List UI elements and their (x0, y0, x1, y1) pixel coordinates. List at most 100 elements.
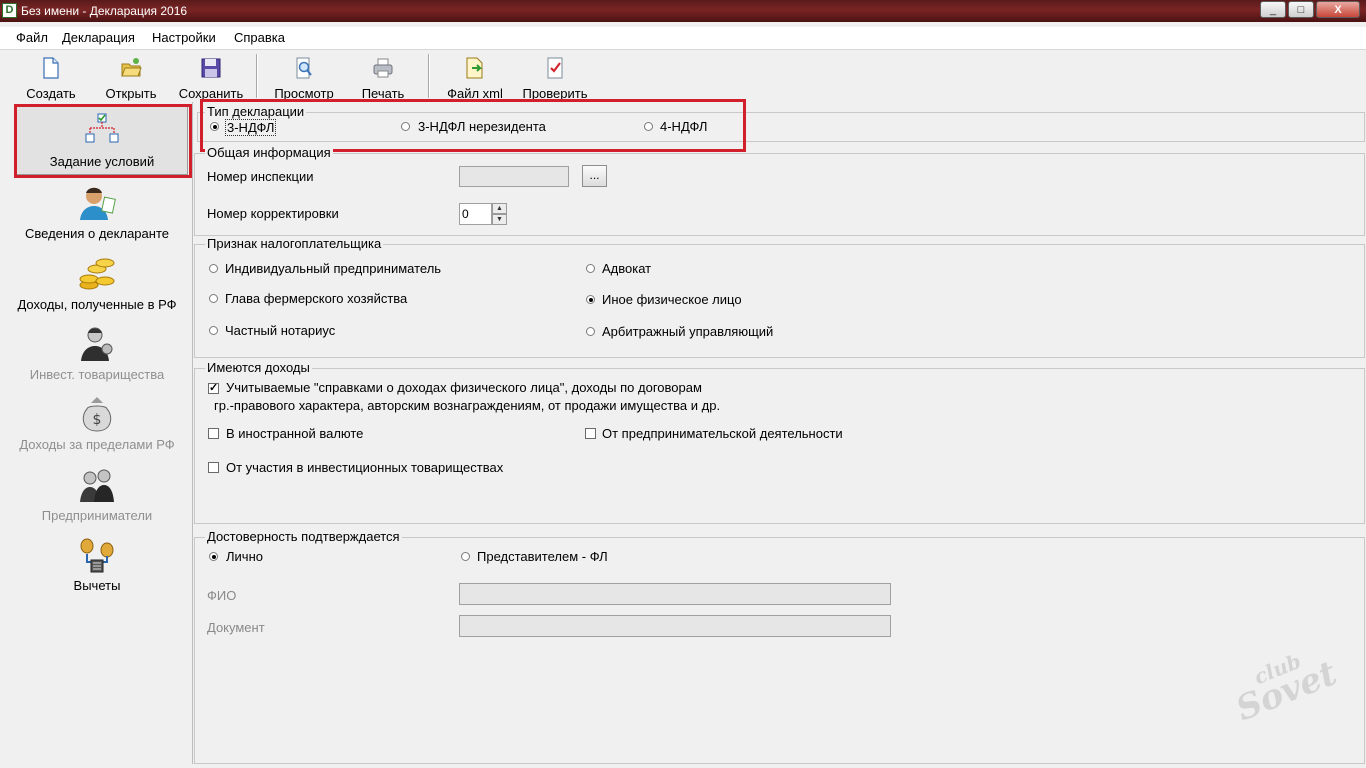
investment-partnership-label[interactable]: От участия в инвестиционных товарищества… (226, 460, 503, 475)
minimize-button[interactable]: _ (1260, 1, 1286, 18)
app-icon: D (2, 3, 17, 18)
menu-help[interactable]: Справка (234, 30, 285, 45)
radio-lawyer[interactable] (586, 264, 595, 273)
sidebar-item-label: Доходы за пределами РФ (19, 437, 175, 452)
menu-file[interactable]: Файл (16, 30, 48, 45)
inspection-label: Номер инспекции (207, 169, 314, 184)
radio-arbitration-manager[interactable] (586, 327, 595, 336)
scales-icon (80, 538, 114, 573)
preview-icon (296, 57, 312, 79)
menu-declaration[interactable]: Декларация (62, 30, 135, 45)
check-document-icon (547, 57, 563, 79)
xml-file-icon (466, 57, 483, 79)
sidebar-item-declarant[interactable]: Сведения о декларанте (4, 184, 190, 241)
inspection-browse-button[interactable]: ... (582, 165, 607, 187)
document-field[interactable] (459, 615, 891, 637)
conditions-tree-icon (85, 113, 119, 143)
save-label: Сохранить (178, 86, 244, 101)
radio-notary[interactable] (209, 326, 218, 335)
general-info-title: Общая информация (205, 145, 333, 160)
sidebar-item-deductions[interactable]: Вычеты (4, 536, 190, 593)
inspection-number-field[interactable] (459, 166, 569, 187)
money-bag-icon: $ (82, 397, 112, 432)
coins-icon (79, 258, 115, 290)
close-button[interactable]: X (1316, 1, 1360, 18)
certified-income-label-line2[interactable]: гр.-правового характера, авторским возна… (214, 398, 720, 413)
preview-button[interactable]: Просмотр (270, 52, 338, 101)
radio-3ndfl-label[interactable]: 3-НДФЛ (225, 119, 277, 136)
radio-3ndfl-nonresident-label[interactable]: 3-НДФЛ нерезидента (418, 119, 546, 134)
sidebar-item-label: Доходы, полученные в РФ (17, 297, 177, 312)
sidebar-item-income-rf[interactable]: Доходы, полученные в РФ (4, 255, 190, 312)
radio-other-individual[interactable] (586, 295, 595, 304)
general-info-group (194, 153, 1365, 236)
radio-individual-entrepreneur-label[interactable]: Индивидуальный предприниматель (225, 261, 441, 276)
correction-number-field[interactable]: 0 (459, 203, 492, 225)
radio-other-individual-label[interactable]: Иное физическое лицо (602, 292, 742, 307)
correction-label: Номер корректировки (207, 206, 339, 221)
document-label: Документ (207, 620, 265, 635)
radio-4ndfl-label[interactable]: 4-НДФЛ (660, 119, 707, 134)
businessmen-icon (80, 469, 114, 502)
radio-representative-label[interactable]: Представителем - ФЛ (477, 549, 608, 564)
foreign-currency-label[interactable]: В иностранной валюте (226, 426, 363, 441)
checkbox-certified-income[interactable]: ✓ (208, 383, 219, 394)
create-label: Создать (26, 86, 76, 101)
maximize-button[interactable]: □ (1288, 1, 1314, 18)
radio-notary-label[interactable]: Частный нотариус (225, 323, 335, 338)
sidebar-item-label: Инвест. товарищества (29, 367, 165, 382)
title-bar: D Без имени - Декларация 2016 _ □ X (0, 0, 1366, 22)
checkbox-business-activity[interactable] (585, 428, 596, 439)
preview-label: Просмотр (274, 86, 334, 101)
radio-3ndfl-nonresident[interactable] (401, 122, 410, 131)
sidebar-item-label: Вычеты (73, 578, 121, 593)
radio-farm-head-label[interactable]: Глава фермерского хозяйства (225, 291, 407, 306)
floppy-disk-icon (201, 58, 221, 78)
sidebar-item-invest[interactable]: Инвест. товарищества (4, 325, 190, 382)
toolbar: Создать Открыть Сохранить Просмотр Печат… (0, 52, 1366, 102)
taxpayer-title: Признак налогоплательщика (205, 236, 384, 251)
sidebar-item-label: Предприниматели (41, 508, 153, 523)
spin-down-button[interactable]: ▼ (492, 214, 507, 225)
window-title: Без имени - Декларация 2016 (21, 4, 188, 18)
radio-representative[interactable] (461, 552, 470, 561)
verify-label: Проверить (522, 86, 588, 101)
radio-arbitration-manager-label[interactable]: Арбитражный управляющий (602, 324, 773, 339)
open-button[interactable]: Открыть (100, 52, 162, 101)
certified-income-label-line1[interactable]: Учитываемые "справками о доходах физичес… (226, 380, 702, 395)
save-button[interactable]: Сохранить (176, 52, 246, 101)
verify-button[interactable]: Проверить (518, 52, 592, 101)
sidebar-item-income-abroad[interactable]: $ Доходы за пределами РФ (4, 395, 190, 452)
investor-icon (81, 327, 113, 361)
confirmation-group (194, 537, 1365, 764)
fio-field[interactable] (459, 583, 891, 605)
menu-bar: Файл Декларация Настройки Справка (0, 27, 1366, 50)
radio-personally[interactable] (209, 552, 218, 561)
print-button[interactable]: Печать (355, 52, 411, 101)
create-button[interactable]: Создать (20, 52, 82, 101)
sidebar-item-conditions[interactable]: Задание условий (16, 105, 188, 175)
print-label: Печать (361, 86, 405, 101)
open-folder-icon (121, 58, 142, 77)
radio-personally-label[interactable]: Лично (226, 549, 263, 564)
sidebar-item-label: Сведения о декларанте (25, 226, 169, 241)
income-title: Имеются доходы (205, 360, 312, 375)
radio-farm-head[interactable] (209, 294, 218, 303)
radio-3ndfl[interactable] (210, 122, 219, 131)
radio-individual-entrepreneur[interactable] (209, 264, 218, 273)
printer-icon (373, 58, 393, 78)
business-activity-label[interactable]: От предпринимательской деятельности (602, 426, 843, 441)
fio-label: ФИО (207, 588, 237, 603)
confirmation-title: Достоверность подтверждается (205, 529, 402, 544)
toolbar-separator (428, 54, 430, 98)
xml-file-button[interactable]: Файл xml (444, 52, 506, 101)
sidebar-item-entrepreneurs[interactable]: Предприниматели (4, 466, 190, 523)
radio-4ndfl[interactable] (644, 122, 653, 131)
menu-settings[interactable]: Настройки (152, 30, 216, 45)
checkbox-foreign-currency[interactable] (208, 428, 219, 439)
spin-up-button[interactable]: ▲ (492, 203, 507, 214)
main-divider (192, 102, 193, 764)
radio-lawyer-label[interactable]: Адвокат (602, 261, 651, 276)
checkbox-investment-partnership[interactable] (208, 462, 219, 473)
declaration-type-title: Тип декларации (205, 104, 307, 119)
